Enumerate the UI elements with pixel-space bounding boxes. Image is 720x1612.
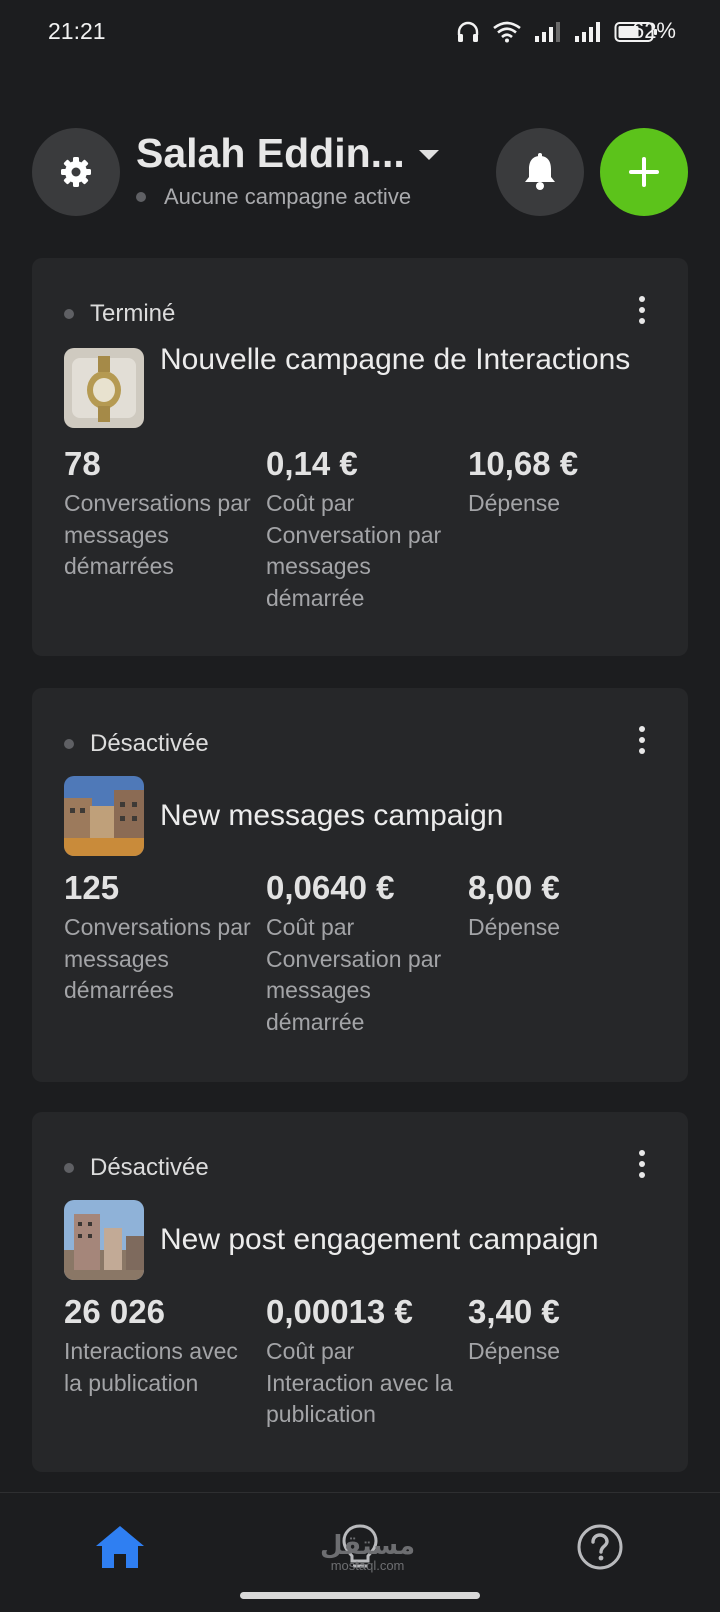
watermark-sub: mostaql.com: [330, 1558, 405, 1573]
metric-label: Coût par Interaction avec la publication: [266, 1338, 453, 1427]
metric-value: 125: [64, 869, 120, 906]
add-campaign-button[interactable]: [600, 128, 688, 216]
status-bar: 21:21 62%: [0, 0, 720, 64]
more-options-button[interactable]: [630, 1148, 654, 1180]
metric-label: Dépense: [468, 914, 561, 940]
campaign-title[interactable]: New post engagement campaign: [160, 1220, 660, 1259]
metric-label: Conversations par messages démarrées: [64, 914, 251, 1003]
metric-cost: 0,00013 € Coût par Interaction avec la p…: [266, 1292, 456, 1431]
wifi-icon: [493, 21, 521, 43]
metric-spend: 10,68 € Dépense: [468, 444, 658, 520]
signal-icon: [575, 22, 600, 42]
help-icon: [577, 1524, 623, 1570]
nav-help[interactable]: [570, 1517, 630, 1577]
plus-icon: [629, 157, 659, 187]
metric-value: 8,00 €: [468, 869, 560, 906]
metric-cost: 0,14 € Coût par Conversation par message…: [266, 444, 456, 614]
status-time: 21:21: [48, 18, 106, 44]
status-dot: [64, 1163, 74, 1173]
metric-label: Coût par Conversation par messages démar…: [266, 490, 442, 611]
metric-value: 0,0640 €: [266, 869, 395, 906]
more-options-button[interactable]: [630, 724, 654, 756]
nav-home[interactable]: [90, 1517, 150, 1577]
metric-cost: 0,0640 € Coût par Conversation par messa…: [266, 868, 456, 1038]
more-dot: [639, 1150, 645, 1156]
headphones-icon: [457, 21, 479, 42]
campaign-status: Désactivée: [64, 730, 209, 758]
metric-value: 10,68 €: [468, 445, 579, 482]
more-dot: [639, 296, 645, 302]
metric-value: 0,14 €: [266, 445, 358, 482]
campaign-title[interactable]: New messages campaign: [160, 796, 660, 835]
more-dot: [639, 726, 645, 732]
metric-spend: 3,40 € Dépense: [468, 1292, 658, 1368]
campaign-status: Désactivée: [64, 1154, 209, 1182]
account-name[interactable]: Salah Eddin...: [136, 130, 405, 177]
campaign-title[interactable]: Nouvelle campagne de Interactions: [160, 340, 660, 379]
metric-results: 125 Conversations par messages démarrées: [64, 868, 254, 1007]
more-options-button[interactable]: [630, 294, 654, 326]
metric-value: 0,00013 €: [266, 1293, 413, 1330]
home-icon: [96, 1526, 144, 1568]
campaign-card[interactable]: Désactivée New post engagement campaign …: [32, 1112, 688, 1472]
campaign-thumbnail: [64, 776, 144, 856]
campaign-card[interactable]: Terminé Nouvelle campagne de Interaction…: [32, 258, 688, 656]
more-dot: [639, 318, 645, 324]
home-indicator[interactable]: [240, 1592, 480, 1599]
more-dot: [639, 1172, 645, 1178]
metric-value: 26 026: [64, 1293, 165, 1330]
chevron-down-icon[interactable]: [418, 148, 440, 162]
account-status: Aucune campagne active: [136, 184, 411, 210]
status-dot: [64, 309, 74, 319]
watermark-main: مستقل: [320, 1530, 416, 1560]
metric-label: Dépense: [468, 1338, 561, 1364]
notifications-button[interactable]: [496, 128, 584, 216]
header: Salah Eddin... Aucune campagne active: [0, 126, 720, 216]
campaign-status-label: Terminé: [90, 300, 176, 327]
status-dot: [64, 739, 74, 749]
status-dot: [136, 192, 146, 202]
more-dot: [639, 307, 645, 313]
gear-icon: [61, 157, 91, 187]
settings-button[interactable]: [32, 128, 120, 216]
campaign-status-label: Désactivée: [90, 1154, 209, 1181]
metric-results: 26 026 Interactions avec la publication: [64, 1292, 254, 1399]
metric-spend: 8,00 € Dépense: [468, 868, 658, 944]
metric-value: 3,40 €: [468, 1293, 560, 1330]
campaign-thumbnail: [64, 1200, 144, 1280]
campaign-status-label: Désactivée: [90, 730, 209, 757]
account-status-text: Aucune campagne active: [164, 184, 412, 209]
watermark: مستقل mostaql.com: [320, 1532, 415, 1574]
signal-icon: [535, 22, 560, 42]
bell-icon: [525, 153, 555, 190]
metric-label: Dépense: [468, 490, 561, 516]
more-dot: [639, 737, 645, 743]
campaign-status: Terminé: [64, 300, 175, 328]
metric-results: 78 Conversations par messages démarrées: [64, 444, 254, 583]
metric-label: Interactions avec la publication: [64, 1338, 238, 1396]
status-icons: [456, 18, 658, 46]
more-dot: [639, 1161, 645, 1167]
campaign-card[interactable]: Désactivée New messages campaign 125 Con…: [32, 688, 688, 1082]
metric-value: 78: [64, 445, 101, 482]
metric-label: Conversations par messages démarrées: [64, 490, 251, 579]
metric-label: Coût par Conversation par messages démar…: [266, 914, 442, 1035]
more-dot: [639, 748, 645, 754]
battery-percent: 62%: [631, 18, 676, 43]
screen: 21:21 62% Salah Eddin... Aucune campagne…: [0, 0, 720, 1612]
campaign-thumbnail: [64, 348, 144, 428]
